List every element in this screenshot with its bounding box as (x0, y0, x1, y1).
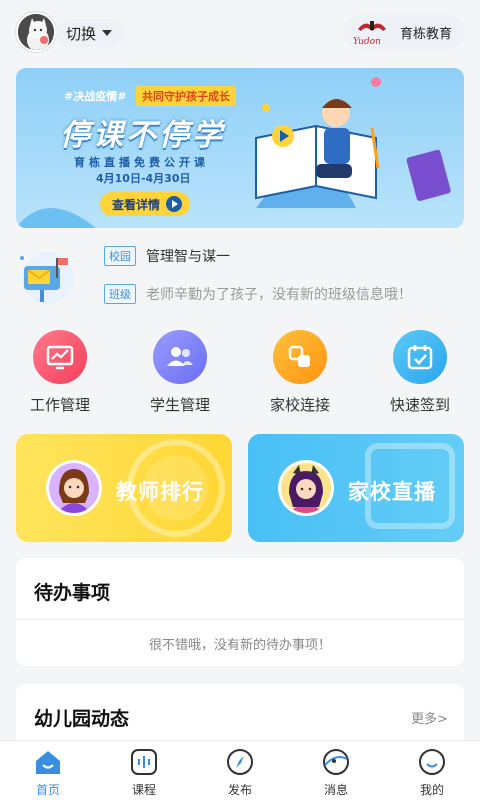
tab-label: 我的 (419, 783, 444, 797)
caret-down-icon (102, 30, 113, 36)
tab-label: 首页 (35, 783, 60, 797)
user-avatar[interactable] (16, 12, 56, 52)
menu-label: 快速签到 (389, 396, 450, 414)
notice-text-campus: 管理智与谋一 (146, 249, 230, 265)
notice-class[interactable]: 班级 老师辛勤为了孩子，没有新的班级信息哦！ (104, 282, 412, 306)
link-squares-icon (273, 330, 327, 384)
menu-student-management[interactable]: 学生管理 (120, 330, 240, 420)
live-stream-label: 家校直播 (348, 480, 436, 504)
banner-button-label: 查看详情 (112, 197, 161, 212)
banner-details-button[interactable]: 查看详情 (100, 192, 191, 216)
tab-label: 消息 (323, 783, 348, 797)
menu-label: 工作管理 (29, 396, 90, 414)
menu-home-school-link[interactable]: 家校连接 (240, 330, 360, 420)
menu-quick-checkin[interactable]: 快速签到 (360, 330, 480, 420)
profile-icon (419, 749, 445, 775)
switch-dropdown[interactable]: 切换 (56, 19, 127, 47)
menu-work-management[interactable]: 工作管理 (0, 330, 120, 420)
todo-panel: 待办事项 很不错哦，没有新的待办事项！ (16, 558, 464, 666)
banner-tag: #决战疫情# (64, 90, 127, 103)
live-stream-card[interactable]: 家校直播 (248, 434, 464, 542)
org-selector[interactable]: Yudon 育栋教育 (343, 14, 464, 50)
teacher-ranking-card[interactable]: 教师排行 (16, 434, 232, 542)
notice-campus[interactable]: 校园 管理智与谋一 (104, 244, 230, 268)
todo-empty-message: 很不错哦，没有新的待办事项！ (148, 638, 331, 653)
tab-publish[interactable]: 发布 (192, 741, 288, 800)
girl-avatar (278, 460, 334, 516)
org-name: 育栋教育 (399, 26, 452, 42)
banner-subtitle: 育栋直播免费公开课 (74, 156, 209, 169)
news-title: 幼儿园动态 (34, 708, 130, 730)
tab-label: 发布 (227, 783, 252, 797)
tab-messages[interactable]: 消息 (288, 741, 384, 800)
chart-icon (33, 330, 87, 384)
course-icon (131, 749, 157, 775)
play-icon (166, 196, 183, 212)
notice-text-class: 老师辛勤为了孩子，没有新的班级信息哦！ (146, 287, 412, 303)
switch-label: 切换 (66, 24, 97, 43)
bottom-tab-bar: 首页 课程 发布 消息 我的 (0, 740, 480, 800)
promo-banner[interactable]: #决战疫情# 共同守护孩子成长 停课不停学 育栋直播免费公开课 4月10日-4月… (16, 68, 464, 228)
top-header: 切换 Yudon 育栋教育 (0, 0, 480, 64)
quick-menu: 工作管理 学生管理 家校连接 快速签到 (0, 330, 480, 420)
teacher-avatar (46, 460, 102, 516)
home-icon (36, 751, 60, 774)
tab-home[interactable]: 首页 (0, 741, 96, 800)
users-icon (153, 330, 207, 384)
todo-title: 待办事项 (34, 582, 111, 604)
svg-text:Yudon: Yudon (353, 37, 381, 47)
banner-date: 4月10日-4月30日 (96, 172, 191, 185)
tab-course[interactable]: 课程 (96, 741, 192, 800)
calendar-check-icon (393, 330, 447, 384)
menu-label: 家校连接 (269, 396, 330, 414)
notice-tag-campus: 校园 (104, 246, 136, 266)
org-logo: Yudon (350, 17, 394, 47)
compass-icon (227, 749, 253, 775)
message-icon (323, 749, 349, 775)
tab-label: 课程 (131, 783, 156, 797)
teacher-ranking-label: 教师排行 (116, 480, 204, 504)
tab-profile[interactable]: 我的 (384, 741, 480, 800)
mailbox-icon (16, 244, 78, 306)
banner-title: 停课不停学 (60, 118, 225, 153)
menu-label: 学生管理 (149, 396, 210, 414)
divider (16, 619, 464, 620)
notice-tag-class: 班级 (104, 284, 136, 304)
news-more-link[interactable]: 更多> (411, 708, 448, 727)
banner-badge: 共同守护孩子成长 (136, 86, 236, 106)
